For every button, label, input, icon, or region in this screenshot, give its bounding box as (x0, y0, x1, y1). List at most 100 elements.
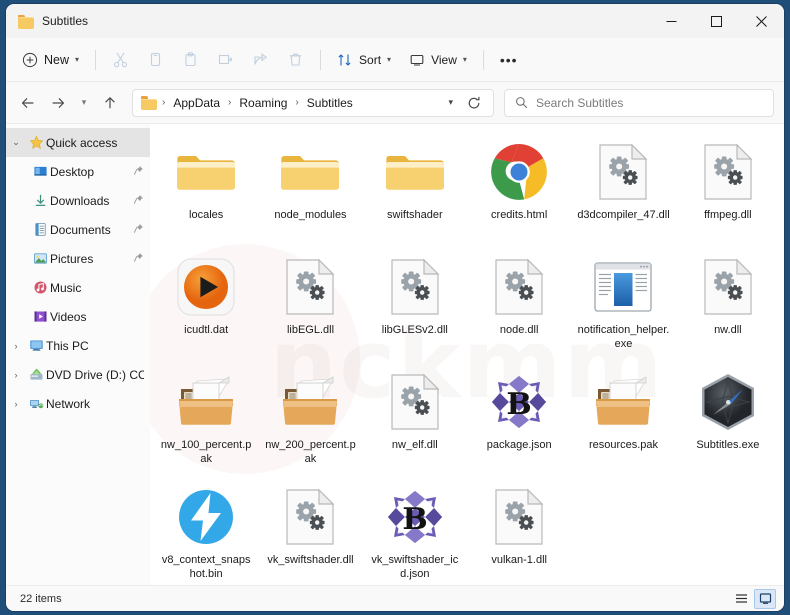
file-tile[interactable]: locales (154, 132, 258, 247)
back-button[interactable] (14, 89, 42, 117)
archive-box-icon (174, 370, 238, 434)
svg-text:B: B (402, 502, 427, 537)
copy-icon (150, 52, 161, 67)
refresh-button[interactable] (461, 90, 487, 116)
breadcrumb[interactable]: › AppData › Roaming › Subtitles ▾ (132, 88, 494, 117)
file-tile-label: ffmpeg.dll (704, 209, 752, 221)
file-tile-label: nw_elf.dll (391, 439, 438, 451)
maximize-button[interactable] (694, 4, 739, 38)
sidebar-item-label: Network (46, 396, 91, 411)
sidebar-item-label: Videos (50, 309, 87, 324)
sidebar-item-label: Documents (50, 222, 111, 237)
sidebar-item-pictures[interactable]: Pictures (6, 244, 150, 273)
forward-button[interactable] (44, 89, 72, 117)
new-button-label: New (44, 52, 70, 67)
file-tile[interactable]: ffmpeg.dll (676, 132, 780, 247)
sidebar-item-documents[interactable]: Documents (6, 215, 150, 244)
arrow-right-icon (52, 97, 65, 108)
file-tile[interactable]: nw_200_percent.pak (258, 362, 362, 477)
file-tile-label: node_modules (274, 209, 347, 221)
file-tile-label: locales (189, 209, 224, 221)
app-window-icon (591, 255, 655, 319)
file-tile[interactable]: nw.dll (676, 247, 780, 362)
file-tile[interactable]: credits.html (467, 132, 571, 247)
sidebar-item-dvd-drive-d-cccc[interactable]: › DVD Drive (D:) CCCC (6, 360, 150, 389)
breadcrumb-dropdown-icon[interactable]: ▾ (442, 97, 459, 108)
chevron-down-icon[interactable]: ⌄ (6, 137, 26, 148)
status-bar-view-toggles (730, 588, 776, 609)
file-tile[interactable]: nw_elf.dll (363, 362, 467, 477)
file-tile-label: d3dcompiler_47.dll (577, 209, 670, 221)
file-tile[interactable]: icudtl.dat (154, 247, 258, 362)
compass-hex-icon (696, 370, 760, 434)
navigation-pane[interactable]: ⌄ Quick access Desktop Downloads Documents Pi… (6, 124, 150, 585)
file-tile-label: credits.html (491, 209, 548, 221)
sidebar-item-network[interactable]: › Network (6, 389, 150, 418)
dll-gears-icon (278, 485, 342, 549)
breadcrumb-segment-subtitles[interactable]: Subtitles (302, 93, 358, 113)
up-button[interactable] (96, 89, 124, 117)
sidebar-item-downloads[interactable]: Downloads (6, 186, 150, 215)
recent-locations-button[interactable]: ▾ (74, 89, 94, 117)
cut-button[interactable] (104, 45, 137, 75)
sidebar-item-label: DVD Drive (D:) CCCC (46, 367, 144, 382)
paste-button[interactable] (174, 45, 207, 75)
sidebar-item-quick-access[interactable]: ⌄ Quick access (6, 128, 150, 157)
breadcrumb-segment-appdata[interactable]: AppData (168, 93, 225, 113)
file-tile[interactable]: swiftshader (363, 132, 467, 247)
file-explorer-window: Subtitles New ▾ Sort ▾ View ▾ ••• ▾ › Ap… (6, 4, 784, 611)
rename-icon (218, 54, 233, 65)
file-tile[interactable]: libGLESv2.dll (363, 247, 467, 362)
file-tile[interactable]: Bpackage.json (467, 362, 571, 477)
file-tile[interactable]: vulkan-1.dll (467, 477, 571, 585)
minimize-button[interactable] (649, 4, 694, 38)
monitor-icon (410, 54, 424, 66)
file-tile-label: libEGL.dll (286, 324, 335, 336)
file-tile-label: nw_100_percent.pak (160, 439, 252, 465)
file-tile[interactable]: node_modules (258, 132, 362, 247)
pin-icon[interactable] (129, 194, 144, 208)
share-button[interactable] (244, 45, 277, 75)
chevron-right-icon[interactable]: › (6, 341, 26, 351)
file-tile[interactable]: d3dcompiler_47.dll (571, 132, 675, 247)
sort-button[interactable]: Sort ▾ (329, 45, 399, 75)
file-list-pane[interactable]: nckmm locales node_modules swiftshader cred… (150, 124, 784, 585)
file-tile[interactable]: node.dll (467, 247, 571, 362)
search-input[interactable]: Search Subtitles (504, 88, 774, 117)
breadcrumb-segment-roaming[interactable]: Roaming (234, 93, 292, 113)
file-tile[interactable]: notification_helper.exe (571, 247, 675, 362)
file-tile[interactable]: Bvk_swiftshader_icd.json (363, 477, 467, 585)
new-button[interactable]: New ▾ (16, 45, 87, 75)
chevron-right-icon[interactable]: › (6, 399, 26, 409)
file-tile[interactable]: Subtitles.exe (676, 362, 780, 477)
music-icon (30, 280, 50, 295)
file-tile[interactable]: v8_context_snapshot.bin (154, 477, 258, 585)
dll-gears-icon (278, 255, 342, 319)
copy-button[interactable] (139, 45, 172, 75)
sidebar-item-videos[interactable]: Videos (6, 302, 150, 331)
dll-gears-icon (487, 485, 551, 549)
sidebar-item-desktop[interactable]: Desktop (6, 157, 150, 186)
file-tile[interactable]: vk_swiftshader.dll (258, 477, 362, 585)
breadcrumb-separator: › (162, 97, 166, 108)
file-tile[interactable]: libEGL.dll (258, 247, 362, 362)
chevron-right-icon[interactable]: › (6, 370, 26, 380)
pin-icon[interactable] (129, 223, 144, 237)
details-view-button[interactable] (730, 589, 752, 609)
sort-button-label: Sort (359, 52, 382, 67)
view-button[interactable]: View ▾ (401, 45, 475, 75)
videos-icon (30, 309, 50, 324)
rename-button[interactable] (209, 45, 242, 75)
delete-button[interactable] (279, 45, 312, 75)
sidebar-item-music[interactable]: Music (6, 273, 150, 302)
pin-icon[interactable] (129, 252, 144, 266)
sidebar-item-this-pc[interactable]: › This PC (6, 331, 150, 360)
pin-icon[interactable] (129, 165, 144, 179)
large-icons-view-button[interactable] (754, 588, 776, 609)
close-button[interactable] (739, 4, 784, 38)
file-tile-label: notification_helper.exe (577, 324, 670, 350)
file-tile[interactable]: resources.pak (571, 362, 675, 477)
file-tile[interactable]: nw_100_percent.pak (154, 362, 258, 477)
toolbar-divider (95, 49, 97, 70)
see-more-button[interactable]: ••• (492, 45, 526, 75)
